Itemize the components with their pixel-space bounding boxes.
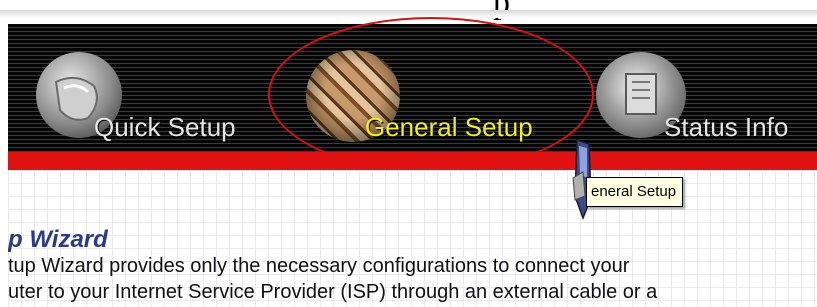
nav-label-status-info: Status Info — [664, 112, 789, 142]
wizard-description: tup Wizard provides only the necessary c… — [8, 253, 817, 305]
top-shadow — [0, 10, 817, 18]
nav-item-general-setup[interactable]: General Setup — [278, 24, 588, 152]
nav-banner: Quick Setup General Setup Status Info — [8, 24, 817, 152]
nav-item-status-info[interactable]: Status Info — [588, 24, 817, 152]
wizard-title: p Wizard — [8, 226, 108, 253]
nav-label-general-setup: General Setup — [365, 112, 533, 142]
nav-red-bar — [8, 152, 817, 170]
wizard-description-line: tup Wizard provides only the necessary c… — [8, 255, 630, 277]
wizard-description-line: uter to your Internet Service Provider (… — [8, 281, 658, 303]
nav-item-quick-setup[interactable]: Quick Setup — [8, 24, 278, 152]
top-strip: p — [0, 0, 817, 24]
content-area: p Wizard tup Wizard provides only the ne… — [8, 170, 817, 307]
nav-label-quick-setup: Quick Setup — [94, 112, 236, 142]
tooltip: eneral Setup — [586, 177, 684, 207]
